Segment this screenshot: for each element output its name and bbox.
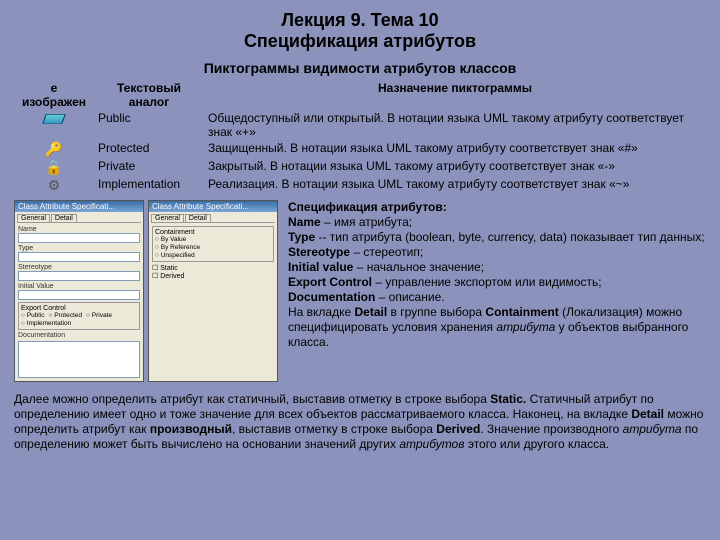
t-doc: – описание. bbox=[375, 290, 444, 304]
spec-text: Спецификация атрибутов: Name – имя атриб… bbox=[278, 200, 706, 382]
row2-desc: Закрытый. В нотации языка UML такому атр… bbox=[204, 158, 706, 176]
row3-desc: Реализация. В нотации языка UML такому а… bbox=[204, 176, 706, 194]
bp-dt: Detail bbox=[631, 407, 664, 421]
bottom-paragraph: Далее можно определить атрибут как стати… bbox=[14, 392, 706, 452]
dialog-detail: Class Attribute Specificati... GeneralDe… bbox=[148, 200, 278, 382]
t-init: – начальное значение; bbox=[353, 260, 484, 274]
dp-i: атрибута bbox=[496, 320, 555, 334]
bp-i2: атрибутов bbox=[399, 437, 464, 451]
row0-desc: Общедоступный или открытый. В нотации яз… bbox=[204, 110, 706, 140]
hdr-col3: Назначение пиктограммы bbox=[378, 81, 532, 95]
r-unspec[interactable]: ○ Unspecified bbox=[155, 252, 271, 259]
private-icon bbox=[44, 159, 64, 175]
tab2-detail[interactable]: Detail bbox=[185, 214, 211, 222]
title: Лекция 9. Тема 10 Спецификация атрибутов bbox=[14, 10, 706, 52]
b-name: Name bbox=[288, 215, 321, 229]
spec-head: Спецификация атрибутов: bbox=[288, 200, 447, 214]
row3-analog: Implementation bbox=[94, 176, 204, 194]
row1-desc: Защищенный. В нотации языка UML такому а… bbox=[204, 140, 706, 158]
visibility-table: е изображен Текстовый аналог Назначение … bbox=[14, 80, 706, 194]
b-ster: Stereotype bbox=[288, 245, 350, 259]
t-ster: – стереотип; bbox=[350, 245, 423, 259]
title-line2: Спецификация атрибутов bbox=[14, 31, 706, 52]
grp-containment: Containment ○ By Value ○ By Reference ○ … bbox=[152, 226, 274, 262]
middle-section: Class Attribute Specificati... GeneralDe… bbox=[14, 200, 706, 382]
dialogs: Class Attribute Specificati... GeneralDe… bbox=[14, 200, 278, 382]
row0-analog: Public bbox=[94, 110, 204, 140]
b-doc: Documentation bbox=[288, 290, 375, 304]
lbl-init: Initial Value bbox=[18, 283, 140, 290]
bp-dv: производный bbox=[150, 422, 232, 436]
bp-st: Static. bbox=[490, 392, 526, 406]
hdr-col2a: Текстовый bbox=[117, 81, 181, 95]
dlg2-title: Class Attribute Specificati... bbox=[149, 201, 277, 212]
row2-analog: Private bbox=[94, 158, 204, 176]
lbl-doc: Documentation bbox=[18, 332, 140, 339]
chk-derived[interactable]: ☐ Derived bbox=[152, 272, 274, 280]
r-priv[interactable]: ○ Private bbox=[86, 312, 112, 319]
hdr-col2b: аналог bbox=[129, 95, 169, 109]
r-impl[interactable]: ○ Implementation bbox=[21, 320, 71, 327]
inp-init[interactable] bbox=[18, 290, 140, 300]
dlg1-title: Class Attribute Specificati... bbox=[15, 201, 143, 212]
t-exp: – управление экспортом или видимость; bbox=[372, 275, 602, 289]
lbl-name: Name bbox=[18, 226, 140, 233]
bp4: , выставив отметку в строке выбора bbox=[232, 422, 436, 436]
protected-icon bbox=[44, 141, 64, 157]
bp7: этого или другого класса. bbox=[465, 437, 610, 451]
dp-b: Detail bbox=[355, 305, 388, 319]
r-byref[interactable]: ○ By Reference bbox=[155, 244, 271, 251]
inp-doc[interactable] bbox=[18, 341, 140, 378]
t-type: -- тип атрибута (boolean, byte, currency… bbox=[315, 230, 704, 244]
tab2-general[interactable]: General bbox=[151, 214, 184, 222]
chk-static[interactable]: ☐ Static bbox=[152, 264, 274, 272]
lbl-cont: Containment bbox=[155, 229, 195, 236]
public-icon bbox=[42, 114, 65, 124]
t-name: – имя атрибута; bbox=[321, 215, 412, 229]
b-exp: Export Control bbox=[288, 275, 372, 289]
subtitle: Пиктограммы видимости атрибутов классов bbox=[14, 60, 706, 76]
bp-drv: Derived bbox=[436, 422, 480, 436]
dp1: На вкладке bbox=[288, 305, 355, 319]
dp2: в группе выбора bbox=[387, 305, 485, 319]
tab-general[interactable]: General bbox=[17, 214, 50, 222]
bp5: . Значение производного bbox=[480, 422, 622, 436]
bp-i1: атрибута bbox=[623, 422, 682, 436]
inp-type[interactable] bbox=[18, 252, 140, 262]
tab-detail[interactable]: Detail bbox=[51, 214, 77, 222]
b-init: Initial value bbox=[288, 260, 353, 274]
dialog-general: Class Attribute Specificati... GeneralDe… bbox=[14, 200, 144, 382]
lbl-type: Type bbox=[18, 245, 140, 252]
dp-cb: Containment bbox=[485, 305, 558, 319]
grp-export: Export Control ○ Public ○ Protected ○ Pr… bbox=[18, 302, 140, 330]
lbl-export: Export Control bbox=[21, 305, 66, 312]
title-line1: Лекция 9. Тема 10 bbox=[14, 10, 706, 31]
row1-analog: Protected bbox=[94, 140, 204, 158]
r-byval[interactable]: ○ By Value bbox=[155, 236, 271, 243]
lbl-ster: Stereotype bbox=[18, 264, 140, 271]
b-type: Type bbox=[288, 230, 315, 244]
hdr-col1a: е bbox=[51, 81, 58, 95]
inp-ster[interactable] bbox=[18, 271, 140, 281]
r-pub[interactable]: ○ Public bbox=[21, 312, 44, 319]
implementation-icon bbox=[44, 177, 64, 193]
hdr-col1b: изображен bbox=[22, 95, 86, 109]
bp1: Далее можно определить атрибут как стати… bbox=[14, 392, 490, 406]
inp-name[interactable] bbox=[18, 233, 140, 243]
r-prot[interactable]: ○ Protected bbox=[48, 312, 82, 319]
